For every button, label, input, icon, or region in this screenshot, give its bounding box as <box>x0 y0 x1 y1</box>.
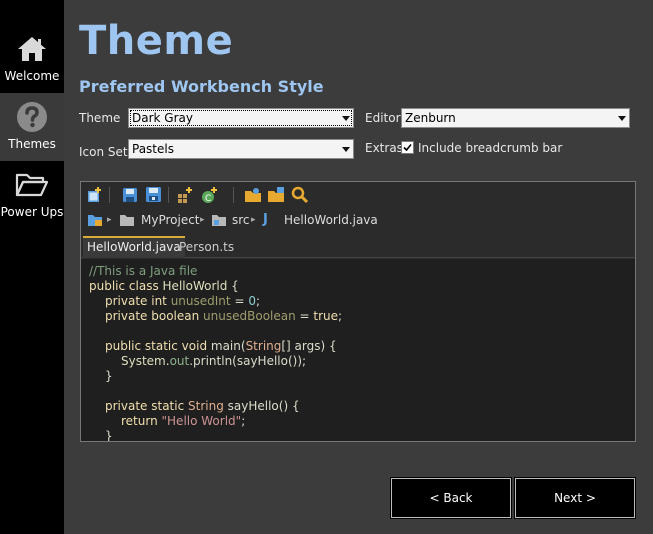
search-icon[interactable] <box>291 186 309 204</box>
theme-label: Theme <box>79 111 121 125</box>
source-folder-icon <box>211 213 227 230</box>
code-line: public static void main(String[] args) { <box>105 339 337 353</box>
sidebar-item-label: Power Ups <box>0 205 64 219</box>
theme-select-value: Dark Gray <box>132 111 193 125</box>
new-package-icon[interactable] <box>176 186 194 204</box>
breadcrumb: ▸ MyProject ▸ src ▸ J HelloWorld.java <box>81 208 635 232</box>
open-folder-icon[interactable] <box>244 186 262 204</box>
checkmark-icon <box>403 143 412 152</box>
extras-label: Extras <box>365 141 403 155</box>
editor-select-value: Zenburn <box>405 111 456 125</box>
home-icon <box>0 33 64 65</box>
editor-select[interactable]: Zenburn <box>401 108 630 128</box>
tab-helloworld-java[interactable]: HelloWorld.java <box>83 236 185 258</box>
sidebar-item-welcome[interactable]: Welcome <box>0 25 64 93</box>
save-icon[interactable] <box>121 186 139 204</box>
folder-icon <box>0 169 64 201</box>
save-all-icon[interactable] <box>145 186 163 204</box>
chevron-down-icon <box>342 147 350 152</box>
package-folder-icon <box>87 213 103 230</box>
code-line: } <box>105 429 113 442</box>
chevron-down-icon <box>618 116 626 121</box>
theme-preview: C ▸ MyProject ▸ src ▸ J HelloWorld.java … <box>80 181 636 442</box>
breadcrumb-checkbox[interactable] <box>401 141 414 154</box>
sidebar-item-label: Themes <box>8 137 56 151</box>
code-line: System.out.println(sayHello()); <box>121 354 307 368</box>
icon-set-select-value: Pastels <box>132 142 174 156</box>
breadcrumb-project[interactable]: MyProject <box>141 213 200 227</box>
chevron-right-icon: ▸ <box>107 215 112 225</box>
code-line: return "Hello World"; <box>121 414 246 428</box>
toolbar-separator <box>109 187 110 203</box>
sidebar-item-power-ups[interactable]: Power Ups <box>0 161 64 229</box>
sidebar-item-themes[interactable]: Themes <box>0 93 64 161</box>
sidebar: Welcome Themes Power Ups <box>0 0 64 534</box>
back-button[interactable]: < Back <box>390 477 512 519</box>
code-line: private boolean unusedBoolean = true; <box>105 309 343 323</box>
breadcrumb-file[interactable]: HelloWorld.java <box>284 213 378 227</box>
code-line: public class HelloWorld { <box>89 279 239 293</box>
code-line: //This is a Java file <box>89 264 198 278</box>
chevron-down-icon <box>342 116 350 121</box>
sidebar-item-label: Welcome <box>4 69 60 83</box>
new-icon[interactable] <box>86 186 104 204</box>
main-panel: Theme Preferred Workbench Style Theme Da… <box>64 0 653 534</box>
toolbar-separator <box>168 187 169 203</box>
theme-select[interactable]: Dark Gray <box>128 108 354 128</box>
new-class-icon[interactable]: C <box>200 186 218 204</box>
icon-set-label: Icon Set <box>79 145 128 159</box>
page-subtitle: Preferred Workbench Style <box>79 77 324 96</box>
preview-toolbar: C <box>81 182 635 208</box>
breadcrumb-checkbox-label[interactable]: Include breadcrumb bar <box>418 141 562 155</box>
editor-label: Editor <box>365 111 401 125</box>
chevron-right-icon: ▸ <box>251 215 256 225</box>
icon-set-select[interactable]: Pastels <box>128 139 354 159</box>
code-line: private int unusedInt = 0; <box>105 294 260 308</box>
page-title: Theme <box>79 18 234 64</box>
code-editor[interactable]: //This is a Java file public class Hello… <box>81 259 635 442</box>
next-button[interactable]: Next > <box>514 477 636 519</box>
open-type-icon[interactable] <box>267 186 285 204</box>
question-icon <box>0 101 64 133</box>
editor-tabs: HelloWorld.java Person.ts <box>81 236 635 258</box>
code-line: } <box>105 369 113 383</box>
java-file-icon: J <box>263 212 268 227</box>
toolbar-separator <box>233 187 234 203</box>
tab-person-ts[interactable]: Person.ts <box>175 236 238 258</box>
breadcrumb-folder[interactable]: src <box>232 213 250 227</box>
project-folder-icon <box>119 213 135 230</box>
chevron-right-icon: ▸ <box>200 215 205 225</box>
svg-text:C: C <box>205 194 211 204</box>
code-line: private static String sayHello() { <box>105 399 300 413</box>
